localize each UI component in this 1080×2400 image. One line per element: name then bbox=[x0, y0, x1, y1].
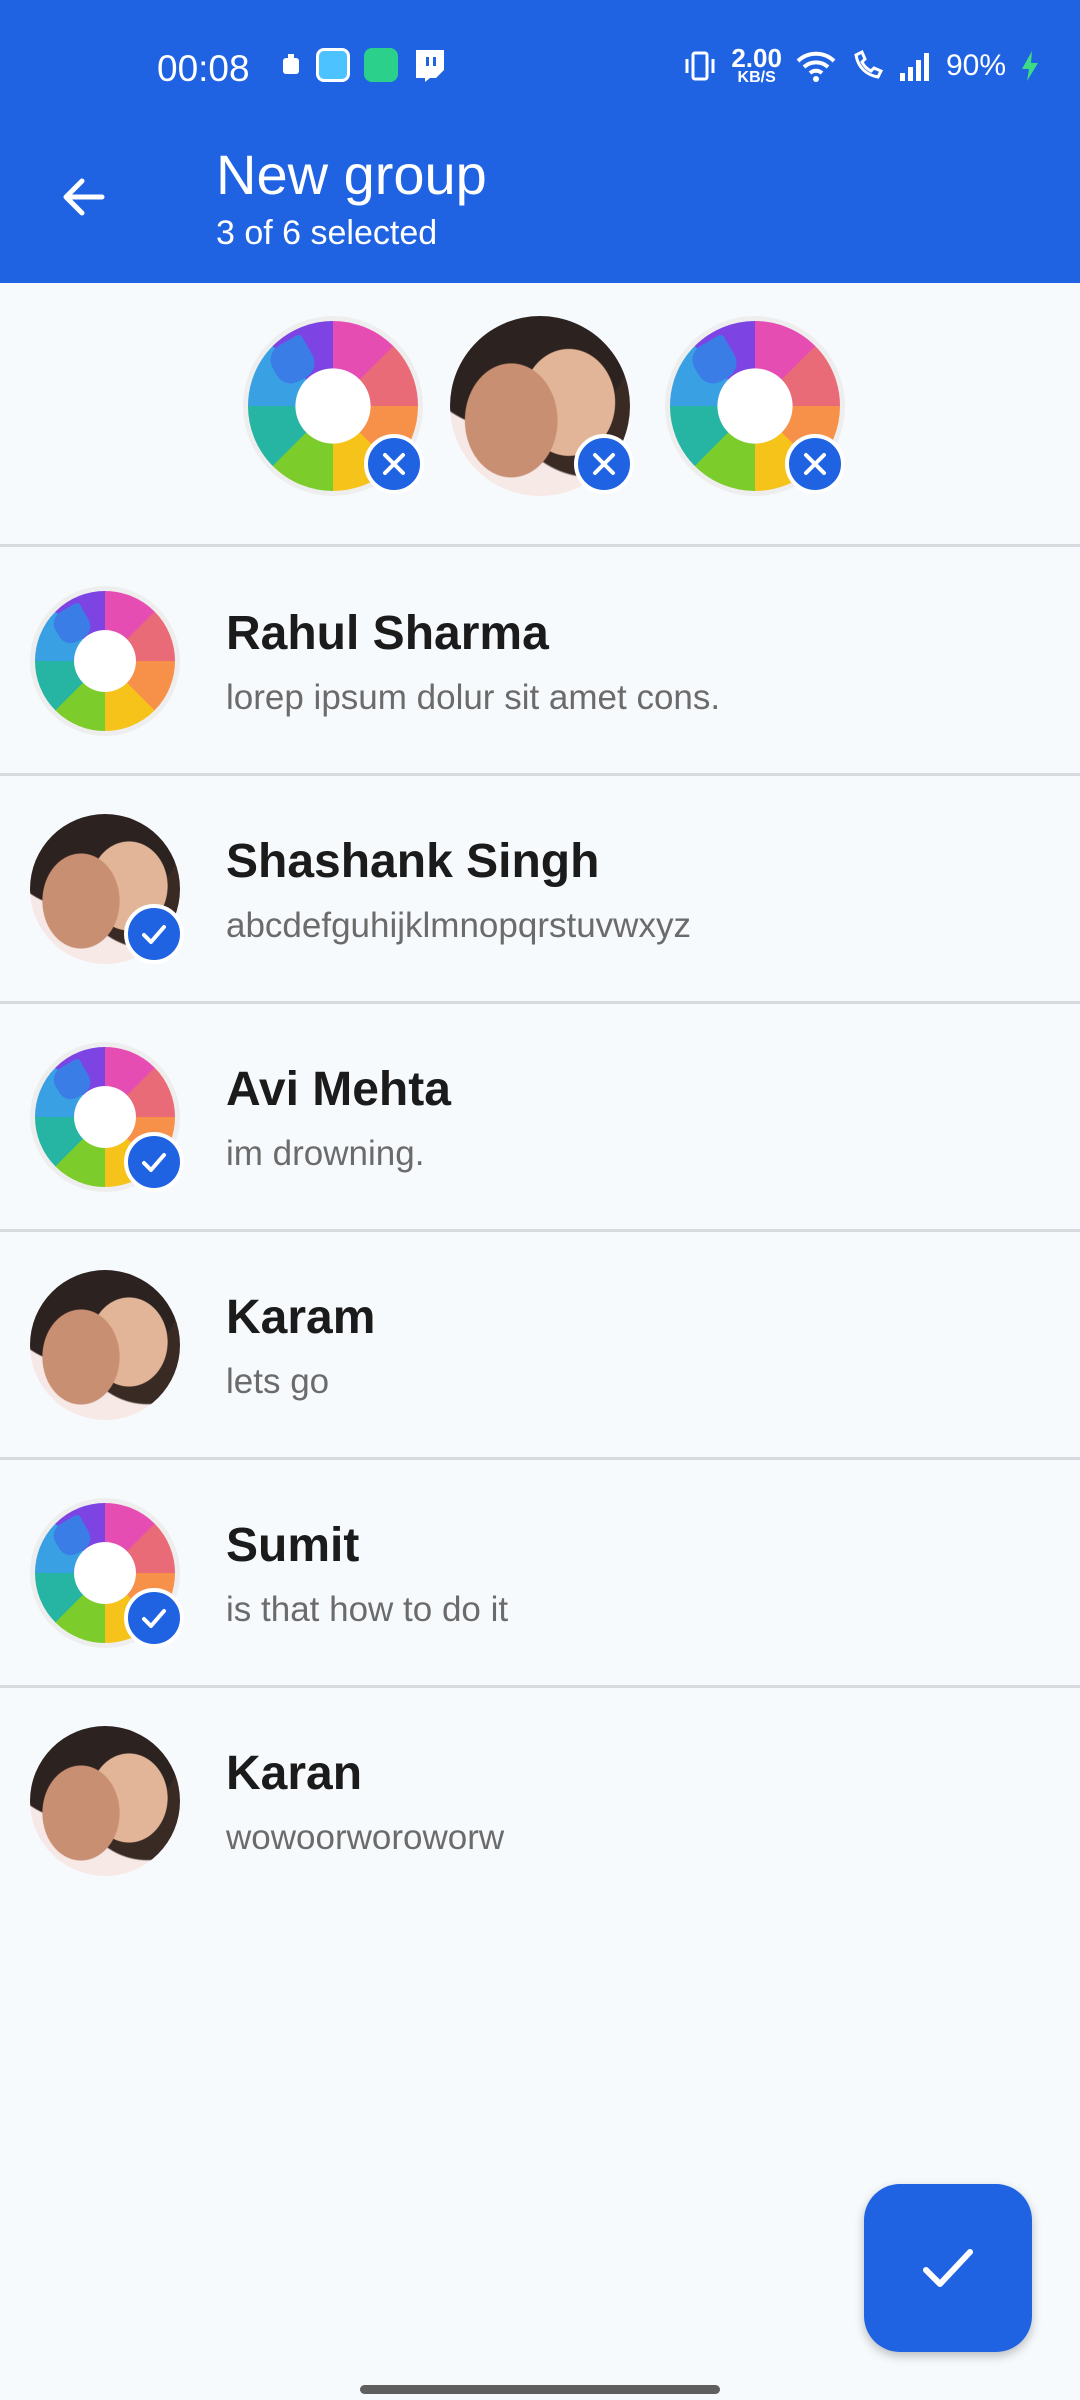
close-icon bbox=[383, 453, 405, 475]
app-notification-icon bbox=[316, 48, 350, 82]
page-subtitle: 3 of 6 selected bbox=[216, 214, 438, 252]
signal-icon bbox=[899, 53, 929, 81]
contact-row[interactable]: Avi Mehta im drowning. bbox=[0, 1004, 1080, 1229]
vibrate-icon bbox=[685, 51, 715, 81]
contact-message: is that how to do it bbox=[226, 1590, 509, 1629]
avatar bbox=[30, 1726, 180, 1876]
gesture-home-bar[interactable] bbox=[360, 2385, 720, 2394]
wheel-mark-icon bbox=[48, 1057, 95, 1104]
check-icon bbox=[923, 2249, 973, 2287]
wheel-mark-icon bbox=[48, 601, 95, 648]
contact-name: Avi Mehta bbox=[226, 1063, 451, 1116]
close-icon bbox=[593, 453, 615, 475]
check-icon bbox=[142, 1609, 166, 1628]
contact-name: Sumit bbox=[226, 1519, 360, 1572]
divider bbox=[0, 544, 1080, 547]
battery-app-icon bbox=[364, 48, 398, 82]
network-speed: 2.00 KB/S bbox=[731, 43, 782, 86]
selected-check-badge bbox=[124, 1588, 184, 1648]
contact-row[interactable]: Sumit is that how to do it bbox=[0, 1460, 1080, 1685]
network-speed-value: 2.00 bbox=[731, 43, 782, 73]
remove-selected-button[interactable] bbox=[785, 434, 845, 494]
check-icon bbox=[142, 925, 166, 944]
remove-selected-button[interactable] bbox=[364, 434, 424, 494]
contact-name: Rahul Sharma bbox=[226, 607, 549, 660]
close-icon bbox=[804, 453, 826, 475]
selected-check-badge bbox=[124, 904, 184, 964]
remove-selected-button[interactable] bbox=[574, 434, 634, 494]
wifi-call-icon bbox=[854, 49, 884, 79]
contact-message: im drowning. bbox=[226, 1134, 425, 1173]
contact-name: Karam bbox=[226, 1291, 376, 1344]
wheel-mark-icon bbox=[48, 1513, 95, 1560]
contact-message: abcdefguhijklmnopqrstuvwxyz bbox=[226, 906, 691, 945]
battery-percent: 90% bbox=[945, 49, 1006, 82]
contact-row[interactable]: Karan wowoorworoworw bbox=[0, 1688, 1080, 1913]
contact-name: Karan bbox=[226, 1747, 363, 1800]
charging-icon bbox=[1022, 51, 1038, 81]
contact-message: wowoorworoworw bbox=[226, 1818, 505, 1857]
confirm-button[interactable] bbox=[864, 2184, 1032, 2352]
system-icons: 2.00 KB/S 90% bbox=[683, 43, 1040, 86]
page-title: New group bbox=[216, 143, 487, 206]
contact-name: Shashank Singh bbox=[226, 835, 600, 888]
contact-row[interactable]: Rahul Sharma lorep ipsum dolur sit amet … bbox=[0, 548, 1080, 773]
status-time: 00:08 bbox=[157, 48, 250, 89]
contact-row[interactable]: Shashank Singh abcdefguhijklmnopqrstuvwx… bbox=[0, 776, 1080, 1001]
back-button[interactable] bbox=[52, 165, 116, 229]
contact-row[interactable]: Karam lets go bbox=[0, 1232, 1080, 1457]
notification-dot-icon bbox=[283, 54, 299, 74]
wheel-mark-icon bbox=[264, 333, 321, 390]
network-speed-unit: KB/S bbox=[737, 69, 776, 86]
arrow-left-icon bbox=[63, 178, 105, 216]
app-header: 00:08 2.00 KB/S 90% New group 3 of 6 sel… bbox=[0, 0, 1080, 283]
check-icon bbox=[142, 1153, 166, 1172]
contact-message: lets go bbox=[226, 1362, 330, 1401]
wheel-mark-icon bbox=[686, 333, 743, 390]
selected-check-badge bbox=[124, 1132, 184, 1192]
avatar bbox=[30, 1270, 180, 1420]
avatar bbox=[30, 586, 180, 736]
contact-message: lorep ipsum dolur sit amet cons. bbox=[226, 678, 721, 717]
status-bar: 00:08 2.00 KB/S 90% bbox=[0, 0, 1080, 135]
notification-icons bbox=[280, 48, 446, 82]
wifi-icon bbox=[796, 51, 836, 82]
twitch-icon bbox=[416, 50, 444, 82]
